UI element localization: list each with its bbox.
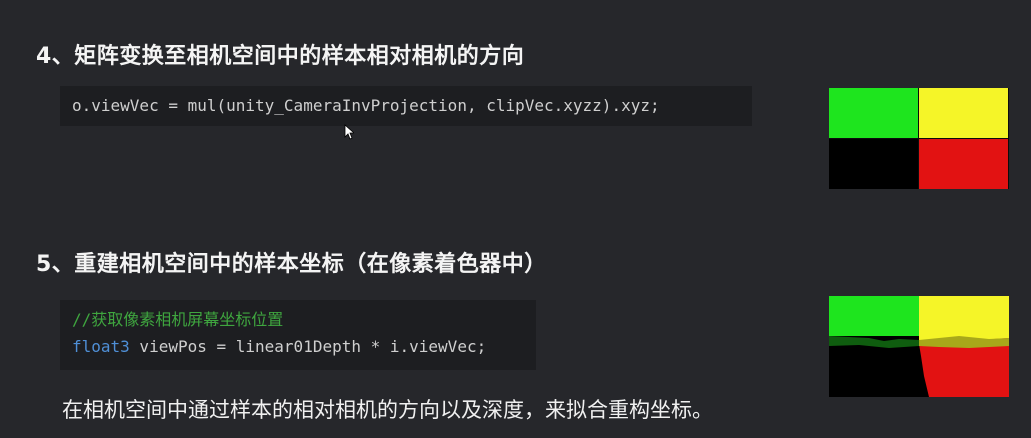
mouse-cursor-icon — [344, 124, 354, 140]
explanation-caption: 在相机空间中通过样本的相对相机的方向以及深度，来拟合重构坐标。 — [62, 398, 713, 422]
preview-bottom-right-red — [919, 139, 1008, 189]
direction-color-preview — [829, 88, 1009, 189]
section-4-heading: 4、矩阵变换至相机空间中的样本相对相机的方向 — [36, 44, 525, 69]
code-block-viewpos: //获取像素相机屏幕坐标位置 float3 viewPos = linear01D… — [60, 300, 536, 370]
reconstructed-position-preview — [829, 296, 1009, 397]
section-5-heading: 5、重建相机空间中的样本坐标（在像素着色器中） — [36, 252, 547, 277]
preview-top-right-yellow — [919, 88, 1008, 138]
code-line: o.viewVec = mul(unity_CameraInvProjectio… — [72, 96, 660, 115]
code-keyword: float3 — [72, 337, 130, 356]
reconstruction-image — [829, 296, 1009, 397]
code-block-viewvec: o.viewVec = mul(unity_CameraInvProjectio… — [60, 86, 752, 126]
preview-bottom-left-black — [829, 139, 918, 189]
preview-top-left-green — [829, 88, 918, 138]
code-statement: viewPos = linear01Depth * i.viewVec; — [129, 337, 487, 356]
code-comment: //获取像素相机屏幕坐标位置 — [72, 310, 284, 329]
